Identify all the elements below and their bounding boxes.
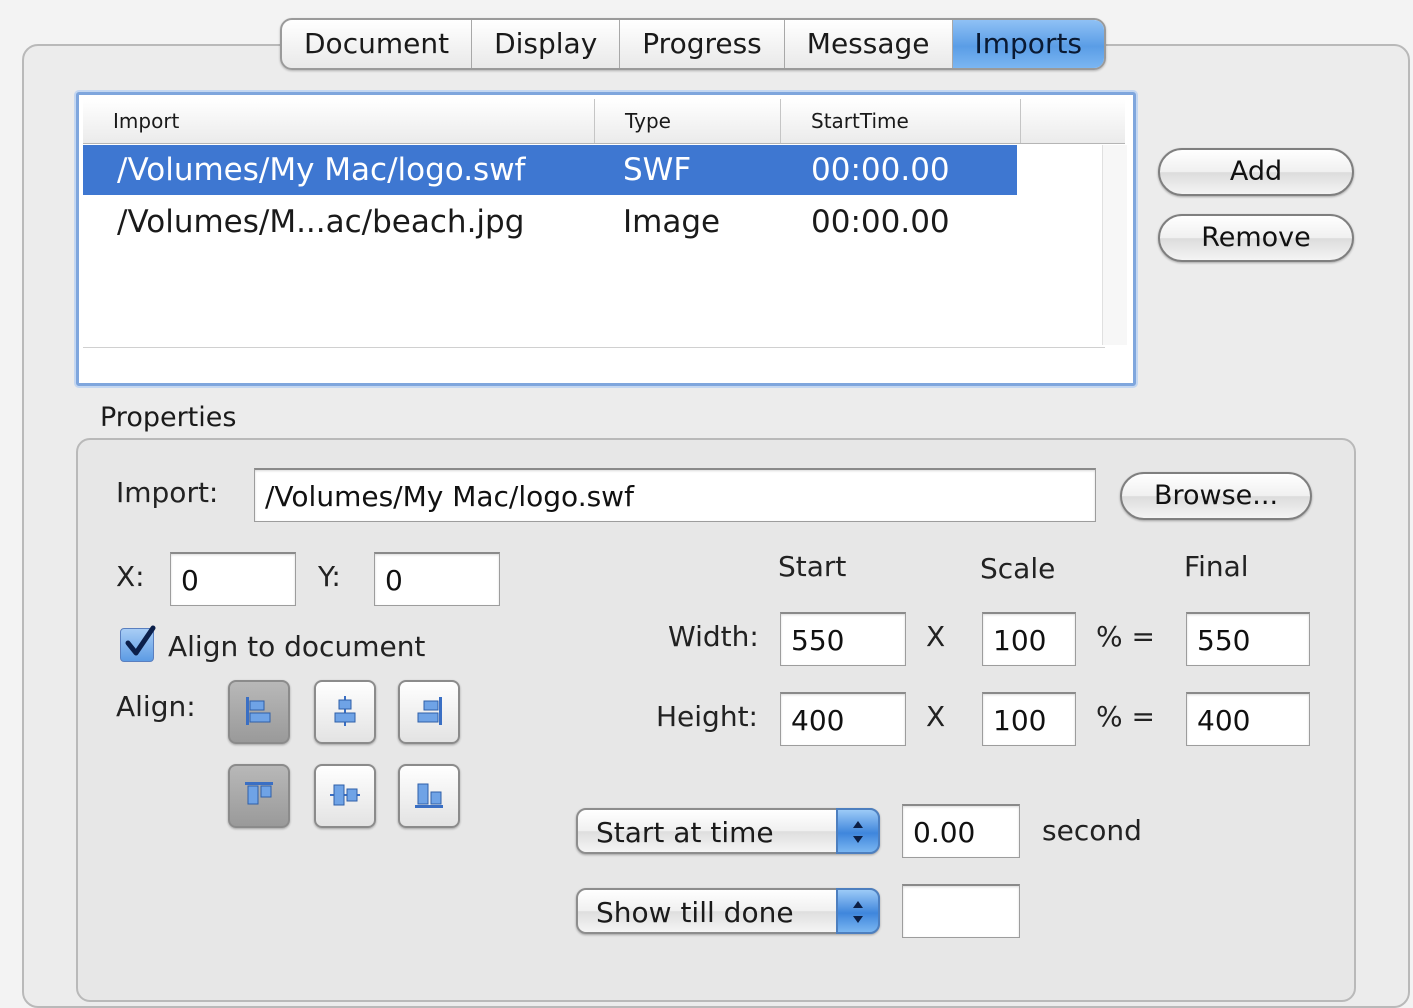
align-top-icon <box>245 782 273 805</box>
tab-progress[interactable]: Progress <box>620 20 785 68</box>
align-right-button[interactable] <box>398 680 460 744</box>
imports-table[interactable]: Import Type StartTime /Volumes/My Mac/lo… <box>76 92 1136 386</box>
tab-imports[interactable]: Imports <box>952 20 1105 68</box>
height-start-field[interactable]: 400 <box>780 692 906 746</box>
start-mode-popup[interactable]: Start at time <box>576 808 880 854</box>
x-label: X: <box>116 560 145 593</box>
cell-start-time: 00:00.00 <box>811 204 950 240</box>
add-button[interactable]: Add <box>1158 148 1354 196</box>
width-times-label: X <box>926 620 946 653</box>
y-field[interactable]: 0 <box>374 552 500 606</box>
align-bottom-button[interactable] <box>398 764 460 828</box>
cell-start-time: 00:00.00 <box>811 152 950 188</box>
column-header-type[interactable]: Type <box>595 99 781 143</box>
align-label: Align: <box>116 690 196 723</box>
align-to-document-label: Align to document <box>168 630 426 663</box>
cell-type: Image <box>623 204 721 240</box>
browse-button[interactable]: Browse... <box>1120 472 1312 520</box>
align-center-horizontal-icon <box>334 696 356 726</box>
checkmark-icon <box>125 625 156 656</box>
height-times-label: X <box>926 700 946 733</box>
y-label: Y: <box>318 560 341 593</box>
tab-display[interactable]: Display <box>472 20 621 68</box>
height-label: Height: <box>656 700 758 733</box>
divider <box>83 347 1105 348</box>
width-scale-field[interactable]: 100 <box>982 612 1076 666</box>
end-mode-selected: Show till done <box>596 896 794 929</box>
start-column-label: Start <box>778 550 847 583</box>
end-time-field[interactable] <box>902 884 1020 938</box>
align-middle-vertical-icon <box>330 784 360 806</box>
align-right-icon <box>417 697 442 725</box>
second-unit-label: second <box>1042 814 1142 847</box>
height-percent-label: % = <box>1096 700 1155 733</box>
table-row[interactable]: /Volumes/My Mac/logo.swf SWF 00:00.00 <box>83 145 1017 195</box>
column-header-import[interactable]: Import <box>83 99 595 143</box>
import-path-field[interactable]: /Volumes/My Mac/logo.swf <box>254 468 1096 522</box>
x-field[interactable]: 0 <box>170 552 296 606</box>
cell-import: /Volumes/M...ac/beach.jpg <box>117 204 525 240</box>
tab-document[interactable]: Document <box>282 20 473 68</box>
import-label: Import: <box>116 476 219 509</box>
align-left-button[interactable] <box>228 680 290 744</box>
align-center-horizontal-button[interactable] <box>314 680 376 744</box>
scale-column-label: Scale <box>980 552 1056 585</box>
final-column-label: Final <box>1184 550 1249 583</box>
table-row[interactable]: /Volumes/M...ac/beach.jpg Image 00:00.00 <box>83 197 1017 247</box>
align-to-document-checkbox[interactable] <box>120 625 156 662</box>
tab-message[interactable]: Message <box>785 20 953 68</box>
properties-heading: Properties <box>100 402 237 433</box>
height-final-field[interactable]: 400 <box>1186 692 1310 746</box>
start-mode-selected: Start at time <box>596 816 774 849</box>
align-top-button[interactable] <box>228 764 290 828</box>
end-mode-popup[interactable]: Show till done <box>576 888 880 934</box>
width-final-field[interactable]: 550 <box>1186 612 1310 666</box>
width-start-field[interactable]: 550 <box>780 612 906 666</box>
column-header-start-time[interactable]: StartTime <box>781 99 1021 143</box>
align-middle-vertical-button[interactable] <box>314 764 376 828</box>
align-left-icon <box>246 697 271 725</box>
start-time-field[interactable]: 0.00 <box>902 804 1020 858</box>
remove-button[interactable]: Remove <box>1158 214 1354 262</box>
align-bottom-icon <box>415 783 443 808</box>
popup-arrows-icon <box>836 808 880 854</box>
cell-type: SWF <box>623 152 692 188</box>
popup-arrows-icon <box>836 888 880 934</box>
cell-import: /Volumes/My Mac/logo.swf <box>117 152 526 188</box>
width-percent-label: % = <box>1096 620 1155 653</box>
width-label: Width: <box>668 620 759 653</box>
imports-table-header: Import Type StartTime <box>83 99 1125 144</box>
imports-table-scrollbar[interactable] <box>1102 145 1127 345</box>
tab-bar: Document Display Progress Message Import… <box>280 18 1107 70</box>
height-scale-field[interactable]: 100 <box>982 692 1076 746</box>
